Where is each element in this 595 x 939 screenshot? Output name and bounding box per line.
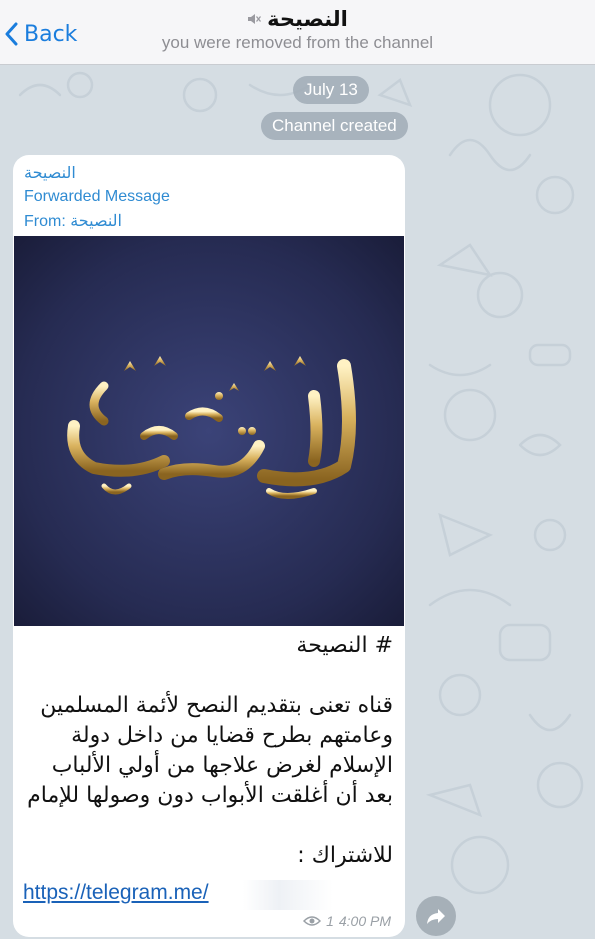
chat-header[interactable]: النصيحة you were removed from the channe… [0,7,595,53]
message-bubble[interactable]: النصيحة Forwarded Message From: النصيحة [13,155,405,937]
forward-source-name[interactable]: النصيحة [24,163,76,182]
date-separator: July 13 [293,76,369,104]
forwarded-label: Forwarded Message [24,188,170,205]
service-message: Channel created [261,112,408,140]
message-time: 4:00 PM [338,913,391,929]
eye-icon [303,916,322,926]
chat-title-text: النصيحة [267,7,348,31]
view-count: 1 [326,913,334,929]
muted-speaker-icon [248,14,262,24]
message-text: # النصيحة قناه تعنى بتقديم النصح لأئمة ا… [27,633,393,868]
redacted-link-suffix [243,880,333,910]
share-button[interactable] [416,896,456,936]
share-arrow-icon [427,909,445,924]
navigation-bar: Back النصيحة you were removed from the c… [0,0,595,65]
chat-subtitle: you were removed from the channel [161,33,434,52]
message-meta: 1 4:00 PM [303,913,391,929]
forwarded-from[interactable]: From: النصيحة [24,211,122,231]
subscribe-link[interactable]: https://telegram.me/ [23,881,209,905]
chat-title: النصيحة [247,7,348,31]
message-photo[interactable] [14,236,404,626]
